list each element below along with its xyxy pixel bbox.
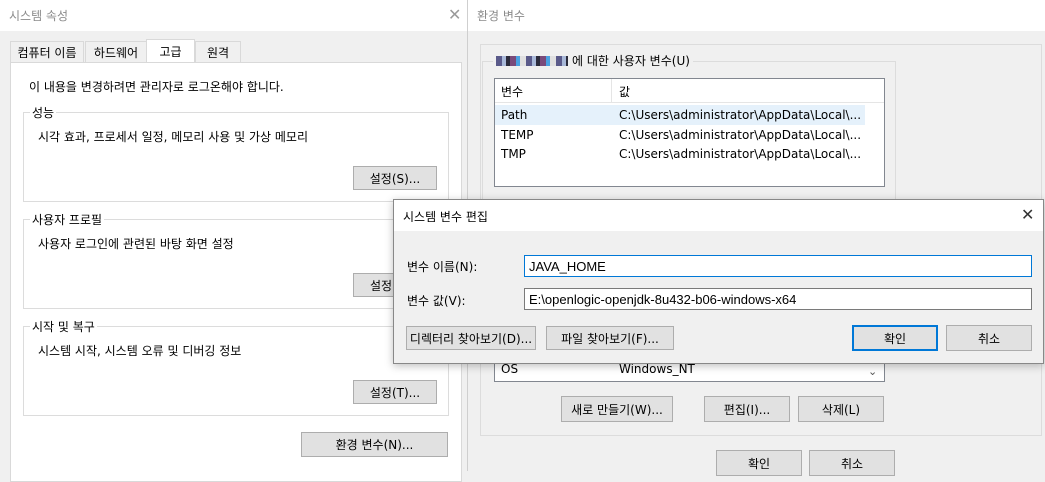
user-vars-label: 에 대한 사용자 변수(U) (493, 52, 693, 69)
title-bar[interactable]: 시스템 속성 (0, 0, 467, 31)
env-cancel-button[interactable]: 취소 (809, 450, 895, 476)
performance-label: 성능 (30, 104, 57, 121)
browse-file-button[interactable]: 파일 찾아보기(F)... (546, 326, 674, 350)
variable-name-input[interactable] (524, 255, 1032, 277)
user-profile-label: 사용자 프로필 (30, 211, 105, 228)
title-bar[interactable]: 환경 변수 (468, 0, 1045, 31)
user-vars-list[interactable]: 변수 값 Path C:\Users\administrator\AppData… (494, 78, 885, 187)
dialog-title: 시스템 변수 편집 (403, 210, 488, 224)
dialog-cancel-button[interactable]: 취소 (946, 325, 1032, 351)
tab-remote[interactable]: 원격 (195, 41, 241, 62)
variable-value-input[interactable] (524, 288, 1032, 310)
performance-group: 성능 시각 효과, 프로세서 일정, 메모리 사용 및 가상 메모리 설정(S)… (23, 104, 449, 202)
user-profile-group: 사용자 프로필 사용자 로그인에 관련된 바탕 화면 설정 설정 (23, 211, 449, 309)
list-header: 변수 값 (495, 79, 884, 103)
close-icon[interactable]: ✕ (1021, 205, 1034, 224)
performance-settings-button[interactable]: 설정(S)... (353, 166, 437, 190)
window-title: 환경 변수 (477, 9, 525, 23)
startup-recovery-group: 시작 및 복구 시스템 시작, 시스템 오류 및 디버깅 정보 설정(T)... (23, 318, 449, 416)
new-variable-button[interactable]: 새로 만들기(W)... (561, 396, 673, 422)
close-icon[interactable]: ✕ (448, 5, 461, 24)
table-row[interactable]: TMP C:\Users\administrator\AppData\Local… (495, 144, 884, 164)
username-redacted-icon (496, 55, 568, 66)
tab-advanced[interactable]: 고급 (146, 39, 195, 63)
window-title: 시스템 속성 (9, 9, 69, 23)
column-header-name[interactable]: 변수 (501, 83, 523, 100)
env-ok-button[interactable]: 확인 (716, 450, 802, 476)
column-header-value[interactable]: 값 (619, 83, 630, 100)
performance-desc: 시각 효과, 프로세서 일정, 메모리 사용 및 가상 메모리 (38, 130, 308, 144)
tab-hardware[interactable]: 하드웨어 (85, 41, 147, 62)
browse-directory-button[interactable]: 디렉터리 찾아보기(D)... (406, 326, 536, 350)
table-row[interactable]: Path C:\Users\administrator\AppData\Loca… (495, 105, 865, 125)
startup-recovery-desc: 시스템 시작, 시스템 오류 및 디버깅 정보 (38, 344, 242, 358)
variable-name-label: 변수 이름(N): (407, 260, 478, 274)
admin-note: 이 내용을 변경하려면 관리자로 로그온해야 합니다. (29, 80, 284, 94)
edit-variable-button[interactable]: 편집(I)... (704, 396, 790, 422)
chevron-down-icon[interactable]: ⌄ (868, 365, 877, 378)
delete-variable-button[interactable]: 삭제(L) (798, 396, 884, 422)
column-divider (611, 79, 612, 103)
table-row[interactable]: TEMP C:\Users\administrator\AppData\Loca… (495, 125, 884, 145)
edit-system-variable-dialog: 시스템 변수 편집 ✕ 변수 이름(N): 변수 값(V): 디렉터리 찾아보기… (393, 199, 1044, 364)
startup-recovery-settings-button[interactable]: 설정(T)... (353, 380, 437, 404)
dialog-ok-button[interactable]: 확인 (852, 325, 938, 351)
startup-recovery-label: 시작 및 복구 (30, 318, 97, 335)
tab-computer-name[interactable]: 컴퓨터 이름 (10, 41, 84, 62)
user-profile-desc: 사용자 로그인에 관련된 바탕 화면 설정 (38, 237, 234, 251)
variable-value-label: 변수 값(V): (407, 294, 466, 308)
dialog-title-bar[interactable]: 시스템 변수 편집 ✕ (394, 200, 1043, 231)
environment-variables-button[interactable]: 환경 변수(N)... (301, 432, 448, 457)
